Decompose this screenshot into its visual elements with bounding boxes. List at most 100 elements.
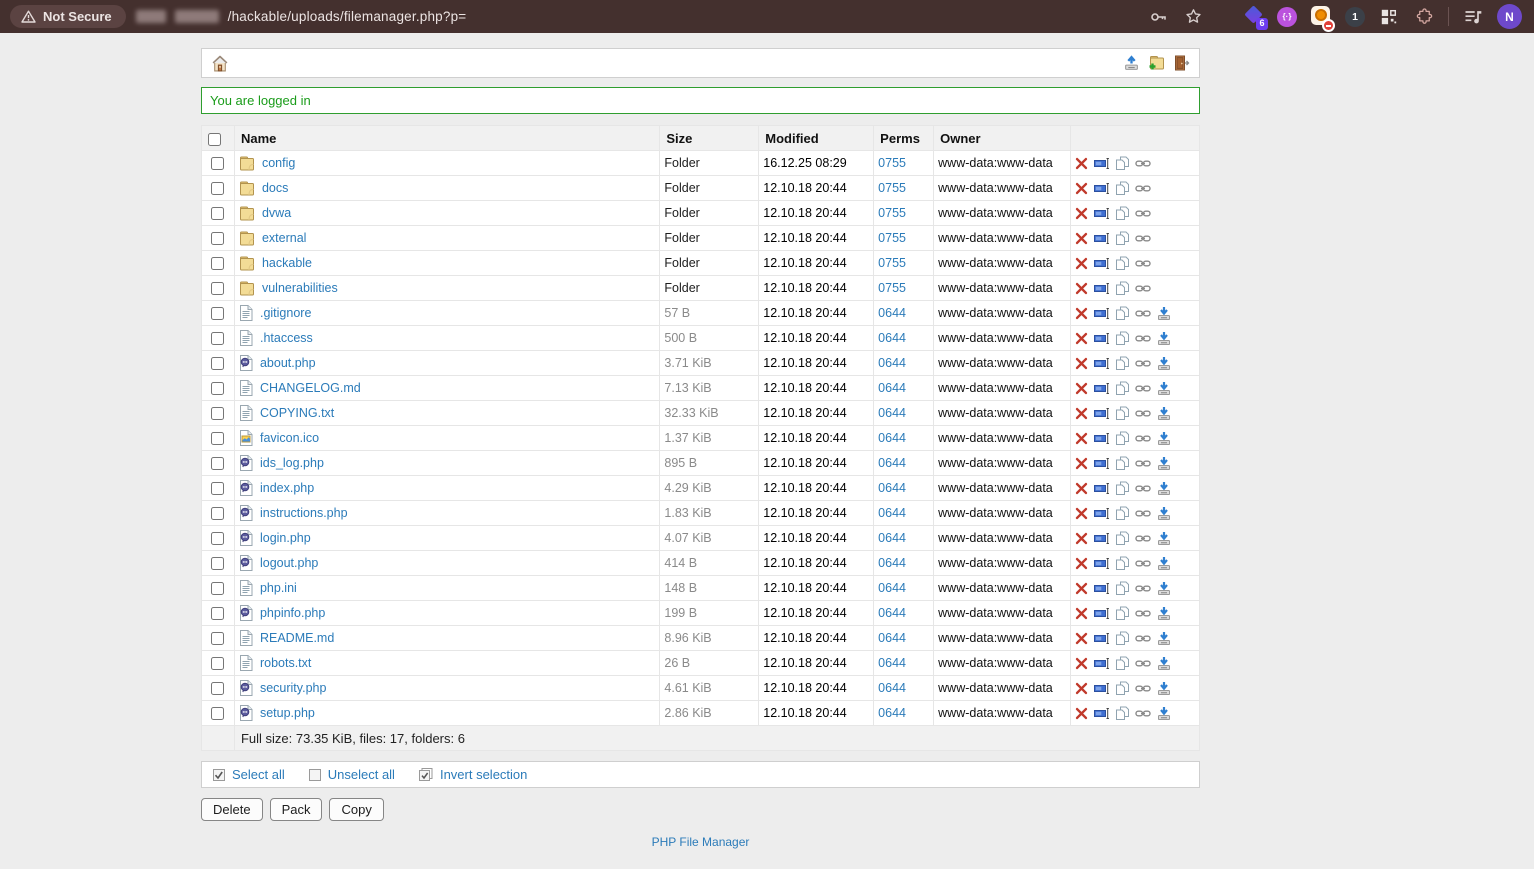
row-checkbox[interactable] [211, 682, 224, 695]
row-checkbox[interactable] [211, 482, 224, 495]
file-link[interactable]: COPYING.txt [260, 406, 334, 420]
download-icon[interactable] [1157, 681, 1171, 696]
file-link[interactable]: robots.txt [260, 656, 311, 670]
link-icon[interactable] [1135, 684, 1151, 693]
file-link[interactable]: logout.php [260, 556, 318, 570]
copy-icon[interactable] [1116, 281, 1129, 296]
upload-icon[interactable] [1124, 55, 1139, 71]
file-link[interactable]: login.php [260, 531, 311, 545]
folder-link[interactable]: dvwa [262, 206, 291, 220]
delete-icon[interactable] [1075, 632, 1088, 645]
copy-icon[interactable] [1116, 706, 1129, 721]
download-icon[interactable] [1157, 656, 1171, 671]
new-folder-icon[interactable] [1148, 55, 1165, 71]
perms-link[interactable]: 0755 [878, 231, 906, 245]
delete-icon[interactable] [1075, 332, 1088, 345]
folder-link[interactable]: external [262, 231, 306, 245]
bookmark-star-icon[interactable] [1182, 6, 1204, 28]
copy-icon[interactable] [1116, 256, 1129, 271]
folder-link[interactable]: hackable [262, 256, 312, 270]
rename-icon[interactable] [1094, 232, 1110, 245]
link-icon[interactable] [1135, 234, 1151, 243]
copy-button[interactable]: Copy [329, 798, 383, 821]
copy-icon[interactable] [1116, 631, 1129, 646]
home-icon[interactable] [211, 55, 229, 72]
logout-door-icon[interactable] [1174, 55, 1190, 71]
select-all-link[interactable]: Select all [213, 767, 285, 782]
rename-icon[interactable] [1094, 182, 1110, 195]
file-link[interactable]: .htaccess [260, 331, 313, 345]
delete-icon[interactable] [1075, 582, 1088, 595]
delete-icon[interactable] [1075, 357, 1088, 370]
delete-icon[interactable] [1075, 407, 1088, 420]
copy-icon[interactable] [1116, 456, 1129, 471]
delete-icon[interactable] [1075, 157, 1088, 170]
file-link[interactable]: index.php [260, 481, 314, 495]
delete-icon[interactable] [1075, 232, 1088, 245]
download-icon[interactable] [1157, 556, 1171, 571]
download-icon[interactable] [1157, 331, 1171, 346]
copy-icon[interactable] [1116, 481, 1129, 496]
perms-link[interactable]: 0644 [878, 531, 906, 545]
download-icon[interactable] [1157, 606, 1171, 621]
delete-icon[interactable] [1075, 257, 1088, 270]
perms-link[interactable]: 0644 [878, 706, 906, 720]
perms-link[interactable]: 0644 [878, 481, 906, 495]
delete-icon[interactable] [1075, 607, 1088, 620]
file-link[interactable]: php.ini [260, 581, 297, 595]
file-link[interactable]: favicon.ico [260, 431, 319, 445]
copy-icon[interactable] [1116, 231, 1129, 246]
not-secure-badge[interactable]: Not Secure [10, 5, 126, 28]
download-icon[interactable] [1157, 531, 1171, 546]
perms-link[interactable]: 0644 [878, 431, 906, 445]
qr-code-icon[interactable] [1378, 6, 1400, 28]
download-icon[interactable] [1157, 706, 1171, 721]
delete-icon[interactable] [1075, 282, 1088, 295]
link-icon[interactable] [1135, 359, 1151, 368]
link-icon[interactable] [1135, 184, 1151, 193]
copy-icon[interactable] [1116, 581, 1129, 596]
copy-icon[interactable] [1116, 406, 1129, 421]
file-link[interactable]: about.php [260, 356, 316, 370]
link-icon[interactable] [1135, 384, 1151, 393]
delete-button[interactable]: Delete [201, 798, 263, 821]
perms-link[interactable]: 0755 [878, 206, 906, 220]
file-link[interactable]: README.md [260, 631, 334, 645]
copy-icon[interactable] [1116, 556, 1129, 571]
delete-icon[interactable] [1075, 482, 1088, 495]
link-icon[interactable] [1135, 159, 1151, 168]
file-link[interactable]: instructions.php [260, 506, 348, 520]
link-icon[interactable] [1135, 534, 1151, 543]
rename-icon[interactable] [1094, 207, 1110, 220]
file-link[interactable]: security.php [260, 681, 326, 695]
extension-purple-icon[interactable]: {·} [1277, 7, 1297, 27]
perms-link[interactable]: 0644 [878, 506, 906, 520]
copy-icon[interactable] [1116, 306, 1129, 321]
download-icon[interactable] [1157, 581, 1171, 596]
row-checkbox[interactable] [211, 257, 224, 270]
rename-icon[interactable] [1094, 157, 1110, 170]
delete-icon[interactable] [1075, 682, 1088, 695]
row-checkbox[interactable] [211, 407, 224, 420]
profile-avatar[interactable]: N [1497, 4, 1522, 29]
perms-link[interactable]: 0644 [878, 581, 906, 595]
copy-icon[interactable] [1116, 356, 1129, 371]
pack-button[interactable]: Pack [270, 798, 323, 821]
row-checkbox[interactable] [211, 432, 224, 445]
rename-icon[interactable] [1094, 532, 1110, 545]
download-icon[interactable] [1157, 356, 1171, 371]
folder-link[interactable]: docs [262, 181, 288, 195]
download-icon[interactable] [1157, 431, 1171, 446]
rename-icon[interactable] [1094, 682, 1110, 695]
row-checkbox[interactable] [211, 457, 224, 470]
perms-link[interactable]: 0644 [878, 631, 906, 645]
delete-icon[interactable] [1075, 307, 1088, 320]
rename-icon[interactable] [1094, 507, 1110, 520]
perms-link[interactable]: 0644 [878, 331, 906, 345]
link-icon[interactable] [1135, 484, 1151, 493]
delete-icon[interactable] [1075, 657, 1088, 670]
link-icon[interactable] [1135, 459, 1151, 468]
row-checkbox[interactable] [211, 382, 224, 395]
delete-icon[interactable] [1075, 457, 1088, 470]
link-icon[interactable] [1135, 659, 1151, 668]
